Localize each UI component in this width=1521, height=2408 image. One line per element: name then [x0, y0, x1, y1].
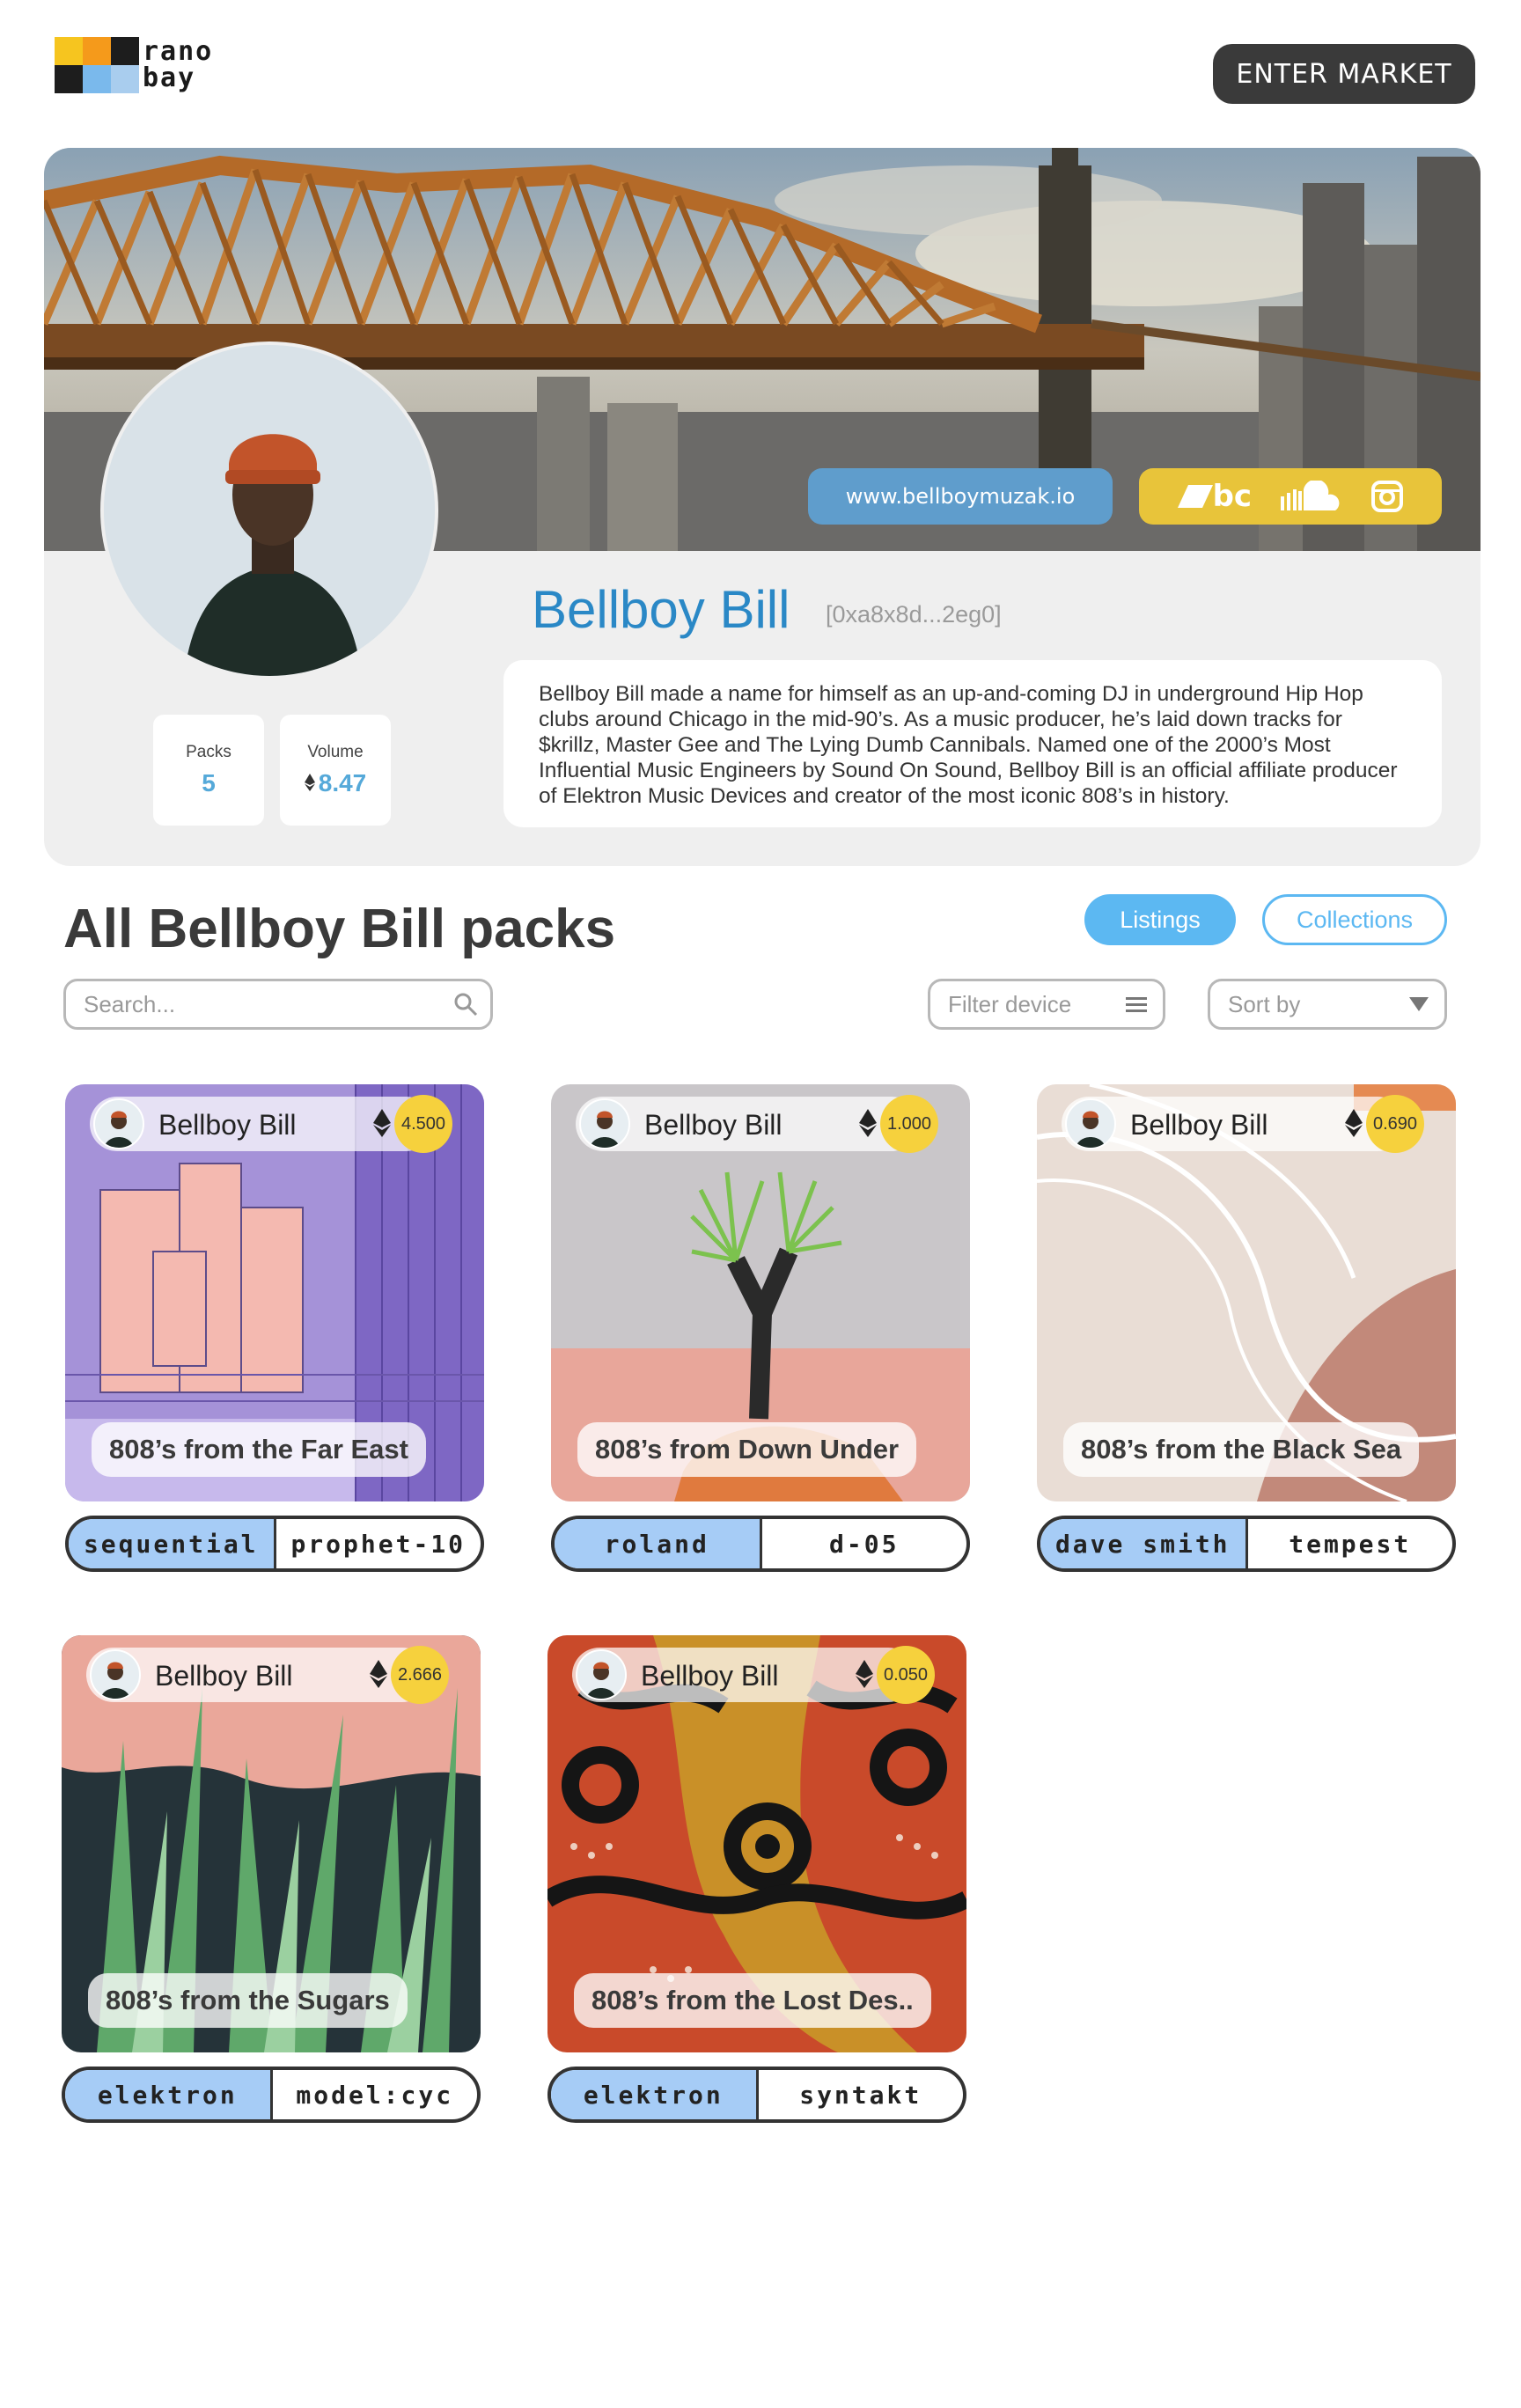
sort-by-dropdown[interactable]: Sort by [1208, 979, 1447, 1030]
device-tag[interactable]: tempest [1248, 1519, 1453, 1568]
caret-down-icon [1409, 997, 1429, 1011]
website-link[interactable]: www.bellboymuzak.io [808, 468, 1113, 525]
pack-price: 0.690 [1366, 1095, 1424, 1153]
search-icon[interactable] [453, 992, 478, 1017]
tab-listings[interactable]: Listings [1084, 894, 1236, 945]
pack-tags: roland d-05 [551, 1516, 970, 1572]
pack-artist-chip[interactable]: Bellboy Bill 4.500 [90, 1095, 452, 1153]
device-tag[interactable]: d-05 [762, 1519, 967, 1568]
volume-value: 8.47 [318, 769, 367, 797]
packs-value: 5 [202, 769, 216, 797]
pack-title: 808’s from Down Under [577, 1422, 917, 1477]
device-tag[interactable]: syntakt [759, 2070, 964, 2119]
profile-avatar [100, 341, 438, 679]
wallet-address[interactable]: [0xa8x8d...2eg0] [826, 601, 1002, 628]
search-input[interactable] [66, 981, 418, 1027]
packs-stat: Packs 5 [153, 715, 264, 826]
pack-tags: elektron model:cyc [62, 2067, 481, 2123]
eth-icon [1345, 1109, 1363, 1137]
bandcamp-label: bc [1212, 479, 1253, 514]
pack-tags: dave smith tempest [1037, 1516, 1456, 1572]
pack-price: 2.666 [391, 1646, 449, 1704]
eth-icon [370, 1660, 387, 1688]
artist-avatar [90, 1649, 141, 1700]
instagram-icon[interactable] [1371, 481, 1404, 512]
pack-title: 808’s from the Sugars [88, 1973, 408, 2028]
pack-tags: sequential prophet-10 [65, 1516, 484, 1572]
pack-artist-chip[interactable]: Bellboy Bill 1.000 [576, 1095, 938, 1153]
pack-artist-chip[interactable]: Bellboy Bill 0.050 [572, 1646, 935, 1704]
eth-icon [304, 774, 315, 791]
tab-collections[interactable]: Collections [1262, 894, 1447, 945]
pack-artist-name: Bellboy Bill [641, 1660, 779, 1692]
section-title: All Bellboy Bill packs [63, 899, 616, 959]
enter-market-button[interactable]: ENTER MARKET [1213, 44, 1475, 104]
artist-name: Bellboy Bill [532, 580, 790, 639]
pack-title: 808’s from the Black Sea [1063, 1422, 1420, 1477]
brand-tag[interactable]: elektron [551, 2070, 759, 2119]
brand-tag[interactable]: elektron [65, 2070, 273, 2119]
pack-artist-name: Bellboy Bill [158, 1109, 297, 1141]
menu-icon [1126, 997, 1147, 1012]
pack-title: 808’s from the Far East [92, 1422, 426, 1477]
logo-text: rano bay [143, 36, 214, 93]
device-tag[interactable]: model:cyc [273, 2070, 478, 2119]
pack-price: 0.050 [877, 1646, 935, 1704]
eth-icon [856, 1660, 873, 1688]
pack-artist-name: Bellboy Bill [155, 1660, 293, 1692]
brand-tag[interactable]: dave smith [1040, 1519, 1248, 1568]
pack-title: 808’s from the Lost Des.. [574, 1973, 931, 2028]
pack-artist-name: Bellboy Bill [644, 1109, 783, 1141]
filter-device-label: Filter device [948, 990, 1072, 1017]
pack-artist-name: Bellboy Bill [1130, 1109, 1268, 1141]
artist-avatar [93, 1098, 144, 1149]
eth-icon [373, 1109, 391, 1137]
artist-avatar [1065, 1098, 1116, 1149]
artist-bio: Bellboy Bill made a name for himself as … [503, 660, 1442, 827]
logo-mark [55, 37, 139, 93]
pack-artist-chip[interactable]: Bellboy Bill 2.666 [86, 1646, 449, 1704]
pack-price: 1.000 [880, 1095, 938, 1153]
brand-tag[interactable]: sequential [69, 1519, 276, 1568]
brand-tag[interactable]: roland [555, 1519, 762, 1568]
ranobay-logo[interactable]: rano bay [55, 37, 239, 93]
social-links: bc [1139, 468, 1442, 525]
artist-avatar [576, 1649, 627, 1700]
bandcamp-icon[interactable]: bc [1177, 479, 1253, 514]
search-field [63, 979, 493, 1030]
volume-value-row: 8.47 [304, 769, 367, 797]
volume-label: Volume [307, 743, 364, 761]
volume-stat: Volume 8.47 [280, 715, 391, 826]
pack-tags: elektron syntakt [547, 2067, 966, 2123]
pack-artist-chip[interactable]: Bellboy Bill 0.690 [1062, 1095, 1424, 1153]
artist-avatar [579, 1098, 630, 1149]
soundcloud-icon[interactable] [1279, 481, 1344, 512]
pack-price: 4.500 [394, 1095, 452, 1153]
packs-label: Packs [186, 743, 231, 761]
device-tag[interactable]: prophet-10 [276, 1519, 481, 1568]
profile-card: www.bellboymuzak.io bc Bellboy Bill [0xa… [44, 148, 1481, 866]
filter-device-dropdown[interactable]: Filter device [928, 979, 1165, 1030]
eth-icon [859, 1109, 877, 1137]
sort-by-label: Sort by [1228, 990, 1301, 1017]
